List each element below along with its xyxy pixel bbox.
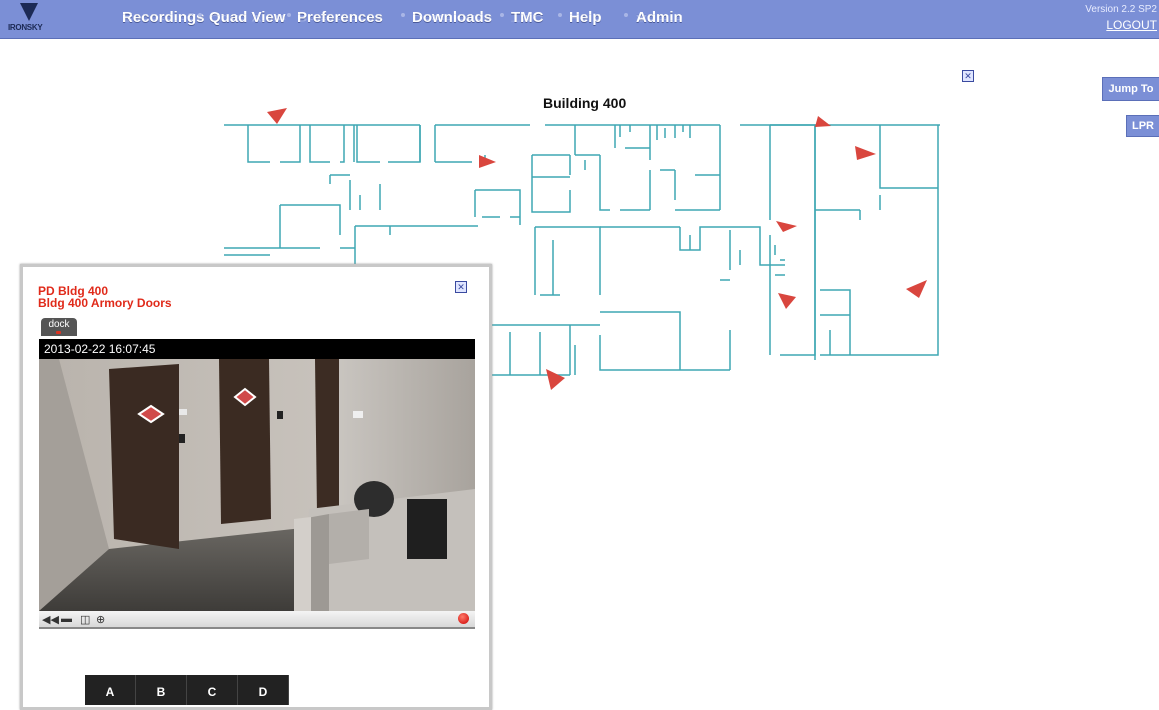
nav-downloads[interactable]: Downloads Downloads xyxy=(412,9,492,26)
stop-icon[interactable]: ▬ xyxy=(61,613,72,625)
camera-popup[interactable]: ✕ PD Bldg 400 Bldg 400 Armory Doors dock… xyxy=(20,264,492,710)
nav-separator xyxy=(624,13,628,17)
nav-preferences[interactable]: Preferences Preferences xyxy=(297,9,383,26)
record-icon[interactable] xyxy=(458,613,469,624)
nav-separator xyxy=(558,13,562,17)
camera-video-feed[interactable] xyxy=(39,359,475,611)
close-icon[interactable]: ✕ xyxy=(455,281,467,293)
close-icon[interactable]: ✕ xyxy=(962,70,974,82)
nav-separator xyxy=(401,13,405,17)
nav-quad-view[interactable]: Quad View Quad View xyxy=(209,9,285,26)
version-label: Version 2.2 SP2 xyxy=(1085,4,1157,15)
zoom-icon[interactable]: ⊕ xyxy=(96,613,105,626)
nav-help[interactable]: Help Help xyxy=(569,9,602,26)
dock-button[interactable]: dock xyxy=(41,318,77,336)
video-controls: ◀◀ ▬ ◫ ⊕ xyxy=(39,611,475,629)
tab-b[interactable]: B xyxy=(136,675,187,705)
tab-a[interactable]: A xyxy=(85,675,136,705)
video-timestamp: 2013-02-22 16:07:45 xyxy=(39,339,475,359)
nav-admin[interactable]: Admin Admin xyxy=(636,9,683,26)
nav-tmc[interactable]: TMC TMC xyxy=(511,9,544,26)
tab-c[interactable]: C xyxy=(187,675,238,705)
lpr-button[interactable]: LPR xyxy=(1126,115,1159,137)
camera-name-label: Bldg 400 Armory Doors xyxy=(38,296,172,310)
nav-separator xyxy=(500,13,504,17)
nav-recordings[interactable]: Recordings Recordings xyxy=(122,9,205,26)
nav-separator xyxy=(198,13,202,17)
logo-icon[interactable]: IRONSKY xyxy=(6,3,54,35)
logo-text: IRONSKY xyxy=(8,23,43,32)
rewind-icon[interactable]: ◀◀ xyxy=(42,613,59,626)
jump-to-button[interactable]: Jump To xyxy=(1102,77,1159,101)
logout-link[interactable]: LOGOUT xyxy=(1106,18,1157,32)
nav-separator xyxy=(287,13,291,17)
top-navigation-bar: IRONSKY Recordings Recordings Quad View Qu… xyxy=(0,0,1159,39)
tab-d[interactable]: D xyxy=(238,675,289,705)
snapshot-icon[interactable]: ◫ xyxy=(80,613,90,626)
